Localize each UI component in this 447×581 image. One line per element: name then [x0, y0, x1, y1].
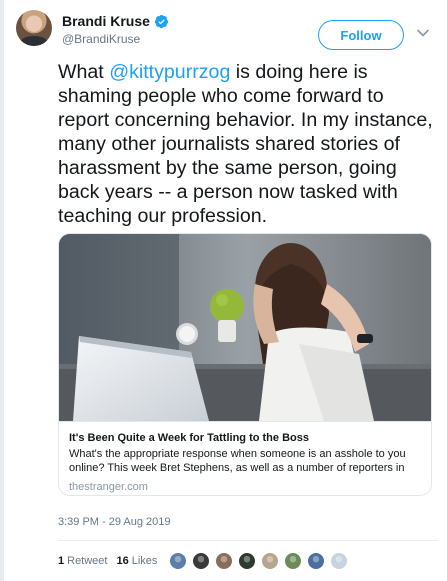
- retweets-count: 1: [58, 555, 65, 567]
- verified-badge-icon: [154, 14, 168, 28]
- tweet-text-body: is doing here is shaming people who come…: [58, 61, 433, 227]
- likes-stat[interactable]: 16 Likes: [116, 555, 157, 567]
- chevron-down-icon[interactable]: [416, 26, 430, 40]
- card-description: What's the appropriate response when som…: [69, 448, 406, 474]
- liker-avatar[interactable]: [261, 552, 280, 570]
- liker-avatar[interactable]: [330, 552, 349, 570]
- card-image[interactable]: [59, 234, 431, 421]
- retweets-stat[interactable]: 1 Retweet: [58, 555, 107, 567]
- link-preview-card[interactable]: It's Been Quite a Week for Tattling to t…: [58, 233, 432, 496]
- liker-avatar[interactable]: [238, 552, 257, 570]
- card-domain: thestranger.com: [69, 481, 148, 493]
- card-photo-illustration: [59, 234, 431, 421]
- author-avatar[interactable]: [16, 10, 52, 46]
- author-handle[interactable]: @BrandiKruse: [62, 32, 140, 46]
- likes-label: Likes: [131, 555, 158, 567]
- card-body[interactable]: It's Been Quite a Week for Tattling to t…: [59, 421, 431, 495]
- liker-avatar[interactable]: [284, 552, 303, 570]
- mention-link[interactable]: @kittypurrzog: [109, 61, 230, 83]
- liker-avatar[interactable]: [215, 552, 234, 570]
- liker-avatars: [169, 552, 353, 570]
- tweet-text-lead: What: [58, 61, 110, 83]
- author-name-row[interactable]: Brandi Kruse: [62, 13, 169, 29]
- retweets-label: Retweet: [67, 555, 108, 567]
- tweet-timestamp[interactable]: 3:39 PM - 29 Aug 2019: [58, 516, 171, 528]
- tweet-text: What @kittypurrzog is doing here is sham…: [58, 60, 438, 228]
- left-rule: [0, 0, 4, 581]
- tweet-stats: 1 Retweet 16 Likes: [58, 552, 353, 570]
- card-title[interactable]: It's Been Quite a Week for Tattling to t…: [69, 431, 423, 445]
- author-display-name[interactable]: Brandi Kruse: [62, 13, 150, 29]
- liker-avatar[interactable]: [307, 552, 326, 570]
- liker-avatar[interactable]: [169, 552, 188, 570]
- follow-button[interactable]: Follow: [318, 20, 404, 50]
- divider: [58, 540, 438, 541]
- liker-avatar[interactable]: [192, 552, 211, 570]
- tweet-header: Brandi Kruse @BrandiKruse Follow: [16, 10, 436, 50]
- likes-count: 16: [116, 555, 129, 567]
